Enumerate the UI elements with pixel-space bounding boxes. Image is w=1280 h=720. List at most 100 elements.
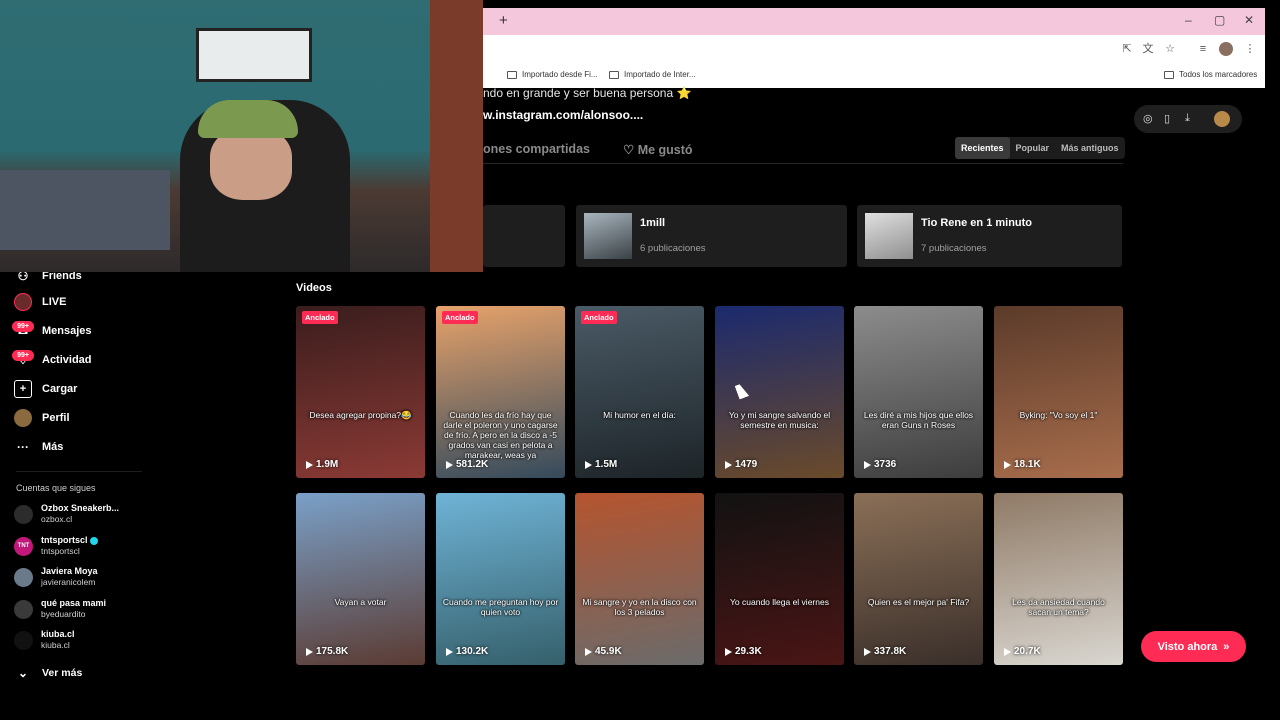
playlist-card[interactable]: Tio Rene en 1 minuto 7 publicaciones [857, 205, 1122, 267]
minimize-button[interactable]: – [1185, 13, 1192, 27]
account-username: javieranicolem [41, 577, 96, 587]
sidebar-item-label: LIVE [42, 296, 67, 308]
webcam-overlay [0, 0, 483, 272]
view-count: 3736 [864, 459, 896, 470]
close-window-button[interactable]: ✕ [1244, 13, 1254, 27]
profile-avatar-icon[interactable] [1219, 42, 1233, 56]
play-icon [585, 460, 592, 469]
video-card[interactable]: Yo cuando llega el viernes 29.3K [715, 493, 844, 665]
video-caption: Yo y mi sangre salvando el semestre en m… [728, 410, 831, 430]
bookmark-folder[interactable]: Importado de Inter... [609, 70, 696, 79]
sidebar-item-live[interactable]: LIVE [14, 293, 66, 311]
video-caption: Desea agregar propina?😂 [309, 410, 412, 420]
video-card[interactable]: Anclado Desea agregar propina?😂 1.9M [296, 306, 425, 478]
maximize-button[interactable]: ▢ [1214, 13, 1225, 27]
video-card[interactable]: Yo y mi sangre salvando el semestre en m… [715, 306, 844, 478]
profile-link[interactable]: w.instagram.com/alonsoo.... [483, 108, 643, 122]
playlist-card[interactable]: 1mill 6 publicaciones [576, 205, 847, 267]
play-icon [306, 460, 313, 469]
chevron-down-icon: ⌄ [17, 666, 29, 680]
videos-section-title: Videos [296, 282, 332, 294]
playlist-count: 7 publicaciones [921, 243, 987, 254]
following-account[interactable]: Ozbox Sneakerb... ozbox.cl [14, 503, 119, 525]
profile-bio: ndo en grande y ser buena persona ⭐ [483, 86, 692, 100]
following-account[interactable]: TNT tntsportscl tntsportscl [14, 535, 98, 557]
sidebar-item-upload[interactable]: + Cargar [14, 380, 77, 398]
playlist-name: Tio Rene en 1 minuto [921, 217, 1033, 229]
tab-liked[interactable]: ♡ Me gustó [623, 142, 693, 157]
phone-icon[interactable]: ▯ [1164, 112, 1170, 125]
play-icon [1004, 460, 1011, 469]
view-count-value: 130.2K [456, 646, 489, 657]
heart-outline-icon: ♡ [623, 143, 638, 157]
video-caption: Les da ansiedad cuando sacan un tema? [1012, 597, 1105, 617]
view-count: 29.3K [725, 646, 762, 657]
menu-kebab-icon[interactable]: ⋮ [1243, 42, 1257, 56]
account-username: byeduardito [41, 609, 86, 619]
view-count: 18.1K [1004, 459, 1041, 470]
video-card[interactable]: Vayan a votar 175.8K [296, 493, 425, 665]
view-count: 1.5M [585, 459, 617, 470]
address-bar-row: ⇱ 文 ☆ ≡ ⋮ [483, 39, 1265, 63]
view-count: 1.9M [306, 459, 338, 470]
media-controls-icon[interactable]: ≡ [1196, 42, 1210, 56]
see-more-label: Ver más [42, 667, 83, 679]
bookmark-folder[interactable]: Importado desde Fi... [507, 70, 598, 79]
video-card[interactable]: Les da ansiedad cuando sacan un tema? 20.… [994, 493, 1123, 665]
video-caption: Mi humor en el día: [603, 410, 676, 420]
video-card[interactable]: Quien es el mejor pa' Fifa? 337.8K [854, 493, 983, 665]
view-count-value: 1.5M [595, 459, 618, 470]
tab-reposts[interactable]: ones compartidas [483, 142, 590, 156]
following-account[interactable]: kiuba.cl kiuba.cl [14, 629, 75, 651]
sidebar-item-more[interactable]: ··· Más [14, 438, 63, 456]
view-count: 175.8K [306, 646, 348, 657]
profile-avatar-icon [14, 409, 32, 427]
video-caption: Yo cuando llega el viernes [730, 597, 829, 607]
following-account[interactable]: qué pasa mami byeduardito [14, 598, 106, 620]
all-bookmarks-folder[interactable]: Todos los marcadores [1164, 70, 1257, 79]
video-card[interactable]: Les diré a mis hijos que ellos eran Guns… [854, 306, 983, 478]
account-username: ozbox.cl [41, 514, 73, 524]
view-count-value: 1.9M [316, 459, 339, 470]
tv-screen [196, 28, 312, 82]
browser-window: + – ▢ ✕ ⇱ 文 ☆ ≡ ⋮ Importado desde Fi... … [483, 8, 1265, 88]
sort-popular[interactable]: Popular [1010, 137, 1056, 159]
sidebar-item-label: Cargar [42, 383, 78, 395]
watched-now-label: Visto ahora [1157, 640, 1218, 653]
download-icon[interactable]: ⤓ [1185, 112, 1190, 125]
sidebar-item-profile[interactable]: Perfil [14, 409, 70, 427]
sidebar-divider [16, 471, 142, 472]
tab-liked-label: Me gustó [637, 143, 693, 157]
new-tab-button[interactable]: + [499, 12, 508, 29]
sort-recent[interactable]: Recientes [955, 137, 1010, 159]
avatar[interactable] [1214, 111, 1230, 127]
upload-icon: + [14, 380, 32, 398]
video-card[interactable]: Mi sangre y yo en la disco con los 3 pel… [575, 493, 704, 665]
sidebar: ⚇ Friends LIVE ✉ Mensajes 99+ ♡ Activida… [0, 269, 150, 720]
sort-oldest[interactable]: Más antiguos [1055, 137, 1125, 159]
video-caption: Cuando me preguntan hoy por quien voto [442, 597, 559, 617]
pinned-badge: Anclado [581, 311, 617, 324]
view-count: 337.8K [864, 646, 906, 657]
account-username: tntsportscl [41, 546, 80, 556]
pinned-badge: Anclado [442, 311, 478, 324]
translate-icon[interactable]: 文 [1141, 42, 1155, 56]
view-count: 581.2K [446, 459, 488, 470]
video-card[interactable]: Byking: "Vo soy el 1" 18.1K [994, 306, 1123, 478]
avatar [14, 567, 33, 587]
following-account[interactable]: Javiera Moya javieranicolem [14, 566, 98, 588]
video-card[interactable]: Cuando me preguntan hoy por quien voto 13… [436, 493, 565, 665]
search-lens-icon[interactable]: ◎ [1143, 112, 1153, 125]
video-caption: Mi sangre y yo en la disco con los 3 pel… [582, 597, 697, 617]
watched-now-button[interactable]: Visto ahora » [1141, 631, 1246, 662]
view-count-value: 29.3K [735, 646, 762, 657]
play-icon [864, 460, 871, 469]
see-more-button[interactable]: ⌄ Ver más [14, 664, 82, 682]
video-card[interactable]: Anclado Mi humor en el día: 1.5M [575, 306, 704, 478]
play-icon [446, 460, 453, 469]
install-app-icon[interactable]: ⇱ [1120, 42, 1134, 56]
bookmark-star-icon[interactable]: ☆ [1163, 42, 1177, 56]
account-name: kiuba.cl [41, 629, 75, 639]
playlist-card-partial[interactable] [483, 205, 565, 267]
video-card[interactable]: Anclado Cuando les da frío hay que darle … [436, 306, 565, 478]
